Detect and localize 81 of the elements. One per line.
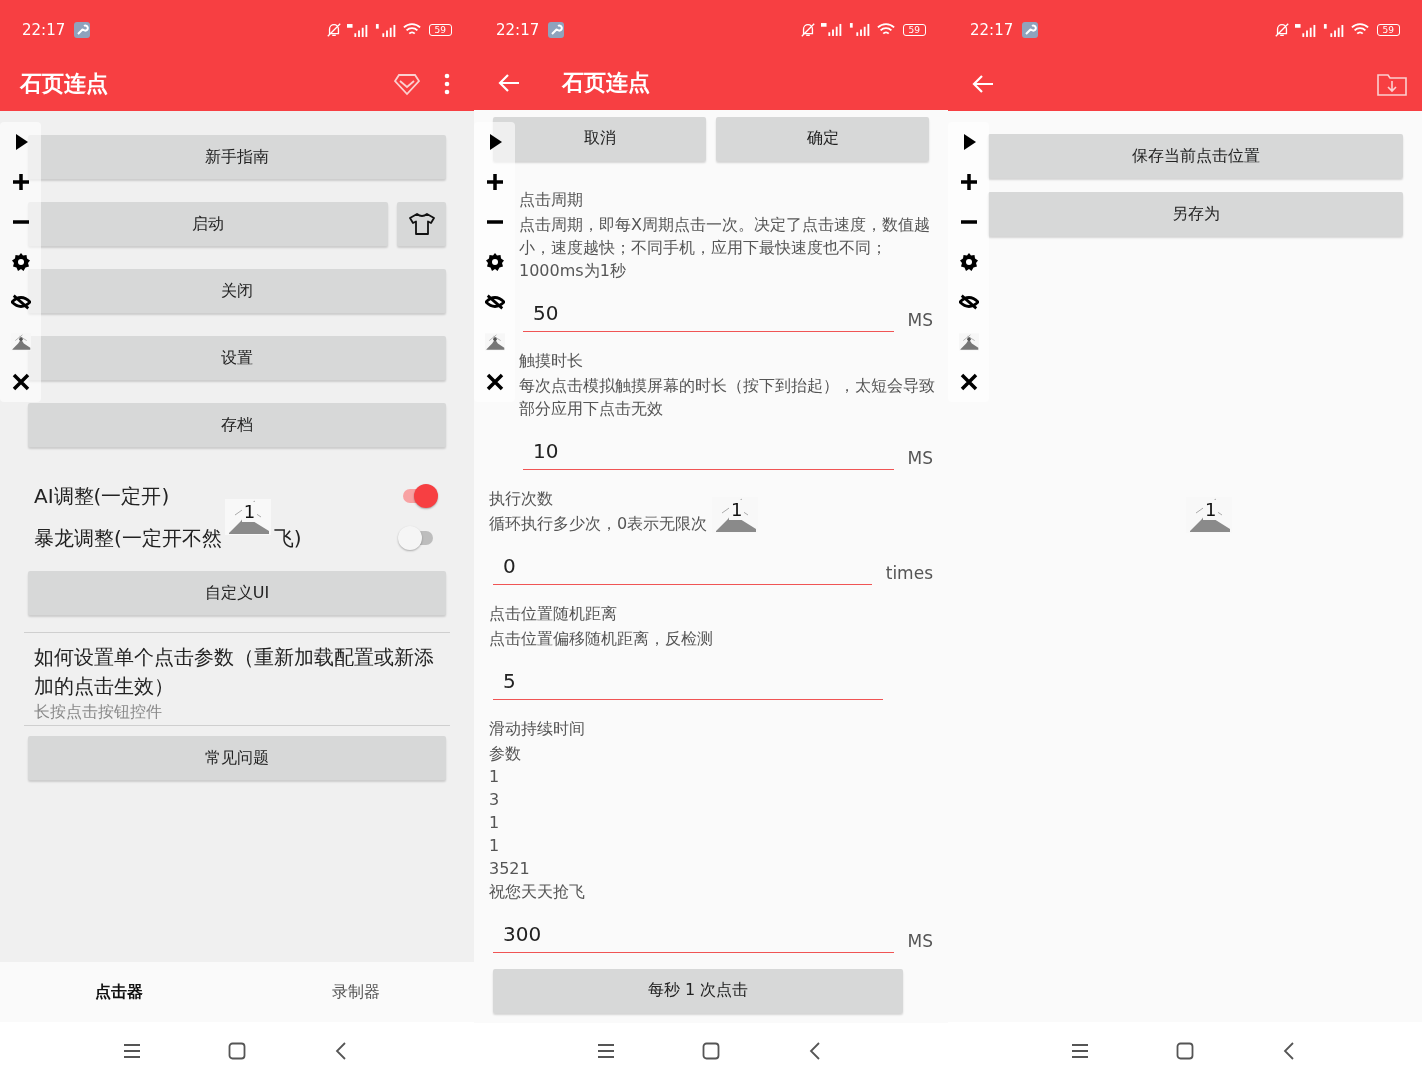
- status-time: 22:17: [970, 21, 1014, 39]
- input-field[interactable]: 5: [493, 668, 883, 700]
- setting-description: 1: [489, 834, 500, 857]
- plus-icon[interactable]: [958, 172, 979, 192]
- menu-button[interactable]: 设置: [28, 336, 446, 380]
- setting-description: 每次点击模拟触摸屏幕的时长（按下到抬起），太短会导致部分应用下点击无效: [519, 374, 935, 420]
- hidden-eye-icon[interactable]: [958, 292, 979, 312]
- save-option-button[interactable]: 另存为: [988, 192, 1403, 236]
- setting-description: 祝您天天抢飞: [489, 880, 585, 903]
- setting-description: 3: [489, 788, 500, 811]
- close-icon[interactable]: [958, 372, 979, 392]
- wrench-icon: [74, 22, 91, 38]
- setting-description: 3521: [489, 857, 530, 880]
- click-point-number[interactable]: 1: [1203, 500, 1219, 520]
- home-icon[interactable]: [701, 1041, 721, 1062]
- input-field[interactable]: 10: [523, 438, 894, 470]
- save-option-button[interactable]: 保存当前点击位置: [988, 134, 1403, 178]
- custom-ui-button[interactable]: 自定义UI: [28, 571, 446, 615]
- setting-description: 1: [489, 765, 500, 788]
- input-field[interactable]: 0: [493, 553, 872, 585]
- status-time: 22:17: [22, 21, 66, 39]
- status-time: 22:17: [496, 20, 540, 39]
- battery-level: 59: [902, 23, 926, 36]
- faq-button[interactable]: 常见问题: [28, 736, 446, 780]
- battery-level: 59: [428, 24, 452, 36]
- setting-title: 点击周期: [519, 188, 583, 211]
- more-icon[interactable]: [444, 71, 450, 96]
- settings-icon[interactable]: [484, 252, 505, 272]
- app-title: 石页连点: [562, 68, 650, 97]
- setting-title: 触摸时长: [519, 349, 583, 372]
- plus-icon[interactable]: [10, 172, 31, 192]
- unit-label: MS: [907, 309, 933, 332]
- folder-download-icon[interactable]: [1377, 71, 1407, 96]
- home-icon[interactable]: [227, 1041, 247, 1061]
- hidden-eye-icon[interactable]: [484, 292, 505, 312]
- settings-icon[interactable]: [10, 252, 31, 272]
- input-field[interactable]: 300: [493, 921, 894, 953]
- unit-label: times: [885, 562, 933, 585]
- close-icon[interactable]: [10, 372, 31, 392]
- menu-button[interactable]: 关闭: [28, 269, 446, 313]
- app-title: 石页连点: [20, 69, 108, 98]
- setting-description: 点击周期，即每X周期点击一次。决定了点击速度，数值越小，速度越快；不同手机，应用下最快速度也不同；1000ms为1秒: [519, 213, 931, 282]
- shirt-icon: [408, 212, 435, 236]
- help-title: 如何设置单个点击参数（重新加载配置或新添加的点击生效）: [34, 644, 435, 700]
- settings-icon[interactable]: [958, 252, 979, 272]
- unit-label: MS: [907, 447, 933, 470]
- toggle-label: 暴龙调整(一定开不然: [34, 524, 222, 552]
- click-point-number[interactable]: 1: [729, 500, 745, 520]
- setting-description: 1: [489, 811, 500, 834]
- battery-level: 59: [1376, 24, 1400, 36]
- bottom-tab[interactable]: 录制器: [237, 962, 474, 1022]
- wrench-icon: [1022, 22, 1039, 38]
- menu-button[interactable]: 新手指南: [28, 135, 446, 179]
- confirm-button[interactable]: 确定: [716, 116, 929, 161]
- back-arrow-icon[interactable]: [498, 72, 520, 93]
- toggle-label: AI调整(一定开): [34, 482, 170, 510]
- setting-description: 循环执行多少次，0表示无限次: [489, 512, 708, 535]
- hidden-eye-icon[interactable]: [10, 292, 31, 312]
- setting-title: 执行次数: [489, 487, 553, 510]
- setting-description: 参数: [489, 742, 521, 765]
- input-field[interactable]: 50: [523, 300, 894, 332]
- menu-icon[interactable]: [1070, 1041, 1090, 1061]
- menu-icon[interactable]: [122, 1041, 142, 1061]
- help-subtitle: 长按点击按钮控件: [34, 701, 163, 723]
- diamond-icon[interactable]: [394, 71, 420, 96]
- menu-button[interactable]: 存档: [28, 403, 446, 447]
- plus-icon[interactable]: [484, 172, 505, 192]
- toggle-label: 飞): [273, 524, 302, 552]
- setting-title: 滑动持续时间: [489, 717, 585, 740]
- back-arrow-icon[interactable]: [972, 73, 994, 94]
- skin-button[interactable]: [397, 202, 446, 246]
- setting-description: 点击位置偏移随机距离，反检测: [489, 627, 713, 650]
- unit-label: MS: [907, 930, 933, 953]
- setting-title: 点击位置随机距离: [489, 602, 617, 625]
- rate-button[interactable]: 每秒 1 次点击: [493, 968, 903, 1013]
- close-icon[interactable]: [484, 372, 505, 392]
- cancel-button[interactable]: 取消: [493, 116, 706, 161]
- home-icon[interactable]: [1175, 1041, 1195, 1061]
- start-button[interactable]: 启动: [28, 202, 388, 246]
- bottom-tab[interactable]: 点击器: [0, 962, 237, 1022]
- wrench-icon: [548, 21, 565, 38]
